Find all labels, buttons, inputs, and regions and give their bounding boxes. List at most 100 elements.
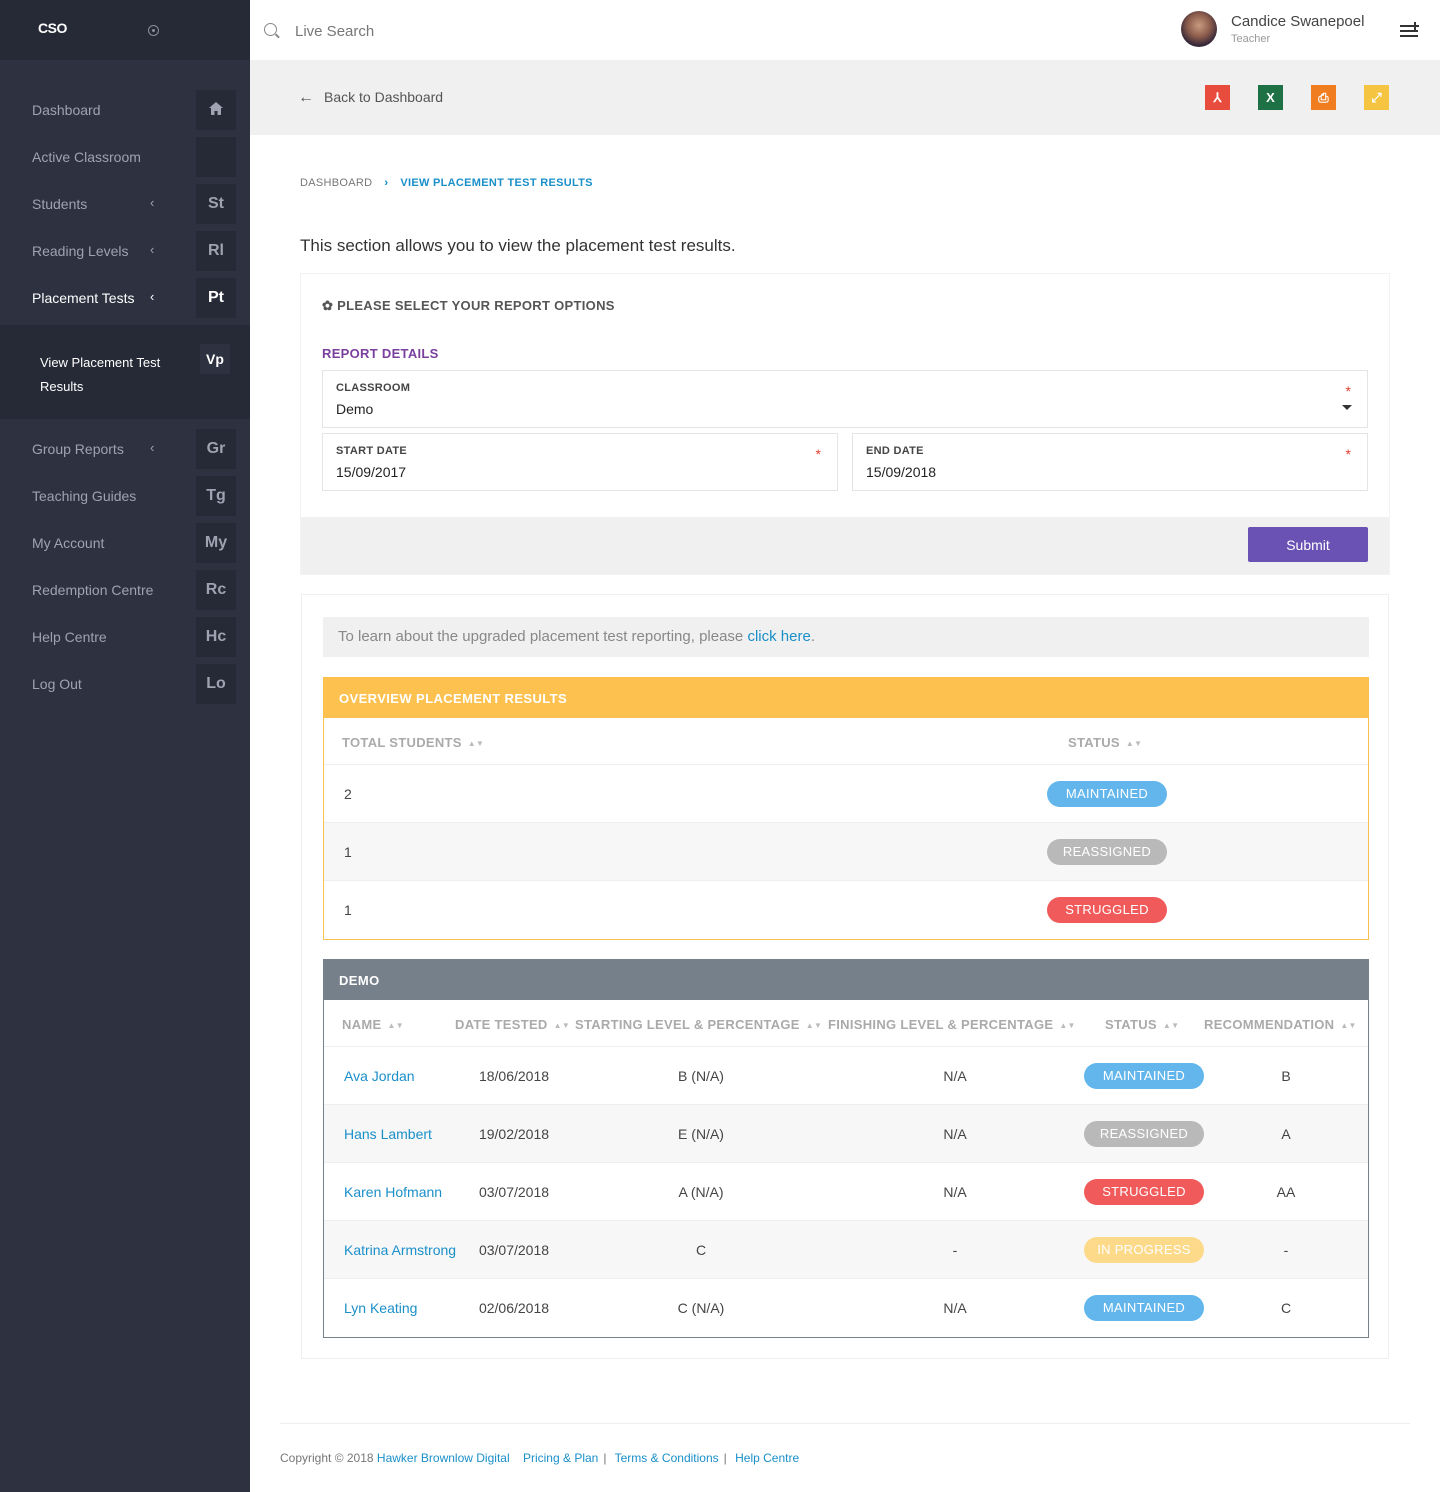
sidebar-item-students[interactable]: Students ‹ St	[0, 184, 250, 224]
date-tested-cell: 03/07/2018	[478, 1184, 550, 1200]
sidebar-item-label: Active Classroom	[32, 149, 141, 165]
print-icon[interactable]: ⎙	[1311, 85, 1336, 110]
sidebar-item-abbrev[interactable]: St	[196, 184, 236, 224]
breadcrumb-dashboard[interactable]: DASHBOARD	[300, 177, 372, 189]
sidebar-item-abbrev[interactable]: Lo	[196, 664, 236, 704]
th-recommendation[interactable]: RECOMMENDATION ▲▼	[1204, 1017, 1357, 1032]
pdf-export-icon[interactable]: ⅄	[1205, 85, 1230, 110]
starting-level-cell: C	[695, 1242, 707, 1258]
table-row: Lyn Keating 02/06/2018 C (N/A) N/A MAINTAINE…	[324, 1279, 1368, 1337]
end-date-field[interactable]: END DATE 15/09/2018 *	[852, 433, 1368, 491]
sidebar-item-abbrev[interactable]: Pt	[196, 278, 236, 318]
chevron-left-icon: ‹	[150, 195, 155, 210]
sidebar: CSO Dashboard Active Classroom Students ‹ St…	[0, 0, 250, 1492]
sidebar-item-abbrev[interactable]: Vp	[200, 344, 230, 374]
start-date-field[interactable]: START DATE 15/09/2017 *	[322, 433, 838, 491]
th-date-tested[interactable]: DATE TESTED ▲▼	[455, 1017, 570, 1032]
sidebar-item-label: Group Reports	[32, 441, 124, 457]
sidebar-toggle-icon[interactable]	[148, 25, 159, 36]
sidebar-item-redemption-centre[interactable]: Redemption Centre Rc	[0, 570, 250, 610]
back-label: Back to Dashboard	[324, 89, 444, 105]
sort-icon: ▲▼	[1125, 739, 1143, 748]
status-badge: MAINTAINED	[1084, 1063, 1204, 1089]
copyright: Copyright © 2018	[280, 1451, 374, 1465]
th-finishing-level[interactable]: FINISHING LEVEL & PERCENTAGE ▲▼	[828, 1017, 1076, 1032]
sidebar-item-abbrev[interactable]	[196, 137, 236, 177]
sidebar-item-log-out[interactable]: Log Out Lo	[0, 664, 250, 704]
overview-rows: 2 MAINTAINED 1 REASSIGNED 1 STRUGGLED	[324, 765, 1368, 939]
classroom-label: CLASSROOM	[336, 382, 411, 394]
sidebar-item-abbrev[interactable]: My	[196, 523, 236, 563]
add-list-icon[interactable]	[1400, 22, 1419, 38]
avatar[interactable]	[1181, 11, 1217, 47]
student-name-link[interactable]: Lyn Keating	[344, 1300, 417, 1316]
user-role: Teacher	[1231, 33, 1271, 45]
results-panel: To learn about the upgraded placement te…	[301, 594, 1389, 1359]
pricing-link[interactable]: Pricing & Plan	[523, 1451, 598, 1465]
sidebar-item-abbrev[interactable]: Rl	[196, 231, 236, 271]
table-row: 1 REASSIGNED	[324, 823, 1368, 881]
student-name-link[interactable]: Karen Hofmann	[344, 1184, 442, 1200]
required-mark: *	[815, 446, 821, 462]
th-status[interactable]: STATUS ▲▼	[1105, 1017, 1179, 1032]
student-name-link[interactable]: Ava Jordan	[344, 1068, 415, 1084]
search-input[interactable]	[295, 20, 595, 42]
sidebar-item-view-placement-test-results[interactable]: View Placement Test Results	[40, 351, 180, 399]
user-name[interactable]: Candice Swanepoel	[1231, 13, 1364, 30]
start-date-label: START DATE	[336, 445, 408, 457]
sidebar-item-label: Reading Levels	[32, 243, 129, 259]
excel-export-icon[interactable]: X	[1258, 85, 1283, 110]
home-icon[interactable]	[196, 90, 236, 130]
sidebar-item-teaching-guides[interactable]: Teaching Guides Tg	[0, 476, 250, 516]
sidebar-item-label: Students	[32, 196, 88, 212]
sidebar-item-abbrev[interactable]: Hc	[196, 617, 236, 657]
starting-level-cell: A (N/A)	[678, 1184, 724, 1200]
date-tested-cell: 18/06/2018	[478, 1068, 550, 1084]
sidebar-item-abbrev[interactable]: Gr	[196, 429, 236, 469]
sidebar-item-dashboard[interactable]: Dashboard	[0, 90, 250, 130]
back-to-dashboard-link[interactable]: ← Back to Dashboard	[298, 89, 443, 107]
student-name-link[interactable]: Katrina Armstrong	[344, 1242, 456, 1258]
footer-divider	[280, 1423, 1410, 1424]
sidebar-item-placement-tests[interactable]: Placement Tests ‹ Pt	[0, 278, 250, 318]
table-row: 2 MAINTAINED	[324, 765, 1368, 823]
classroom-value: Demo	[336, 401, 374, 417]
sidebar-item-my-account[interactable]: My Account My	[0, 523, 250, 563]
arrow-left-icon: ←	[298, 89, 314, 106]
end-date-label: END DATE	[866, 445, 924, 457]
sidebar-submenu: View Placement Test Results Vp	[0, 325, 250, 419]
chevron-left-icon: ‹	[150, 440, 155, 455]
sort-icon: ▲▼	[1340, 1021, 1357, 1030]
th-total-students[interactable]: TOTAL STUDENTS ▲▼	[342, 735, 484, 750]
info-tail: .	[810, 628, 815, 645]
sidebar-item-help-centre[interactable]: Help Centre Hc	[0, 617, 250, 657]
chevron-left-icon: ‹	[150, 289, 155, 304]
help-centre-link[interactable]: Help Centre	[735, 1451, 799, 1465]
sidebar-item-label: Redemption Centre	[32, 582, 154, 598]
th-name[interactable]: NAME ▲▼	[342, 1017, 404, 1032]
sidebar-item-abbrev[interactable]: Rc	[196, 570, 236, 610]
sidebar-item-group-reports[interactable]: Group Reports ‹ Gr	[0, 429, 250, 469]
app-logo[interactable]: CSO	[38, 20, 67, 36]
classroom-select[interactable]: CLASSROOM Demo *	[322, 370, 1368, 428]
sidebar-item-reading-levels[interactable]: Reading Levels ‹ Rl	[0, 231, 250, 271]
demo-table: DEMO NAME ▲▼ DATE TESTED ▲▼ STARTING LEVEL…	[323, 959, 1369, 1338]
start-date-value: 15/09/2017	[336, 464, 407, 480]
sidebar-item-abbrev[interactable]: Tg	[196, 476, 236, 516]
th-status[interactable]: STATUS ▲▼	[1068, 735, 1142, 750]
click-here-link[interactable]: click here	[747, 628, 810, 645]
chevron-left-icon: ‹	[150, 242, 155, 257]
share-icon[interactable]: ⤢	[1364, 85, 1389, 110]
starting-level-cell: E (N/A)	[678, 1126, 724, 1142]
top-bar: Candice Swanepoel Teacher	[250, 0, 1440, 60]
sidebar-item-active-classroom[interactable]: Active Classroom	[0, 137, 250, 177]
terms-link[interactable]: Terms & Conditions	[615, 1451, 719, 1465]
table-row: Katrina Armstrong 03/07/2018 C - IN PROGRESS…	[324, 1221, 1368, 1279]
th-starting-level[interactable]: STARTING LEVEL & PERCENTAGE ▲▼	[575, 1017, 822, 1032]
submit-button[interactable]: Submit	[1248, 527, 1368, 562]
status-badge: MAINTAINED	[1047, 781, 1167, 807]
student-name-link[interactable]: Hans Lambert	[344, 1126, 432, 1142]
company-link[interactable]: Hawker Brownlow Digital	[377, 1451, 510, 1465]
sort-icon: ▲▼	[467, 739, 485, 748]
sidebar-item-label: Log Out	[32, 676, 82, 692]
